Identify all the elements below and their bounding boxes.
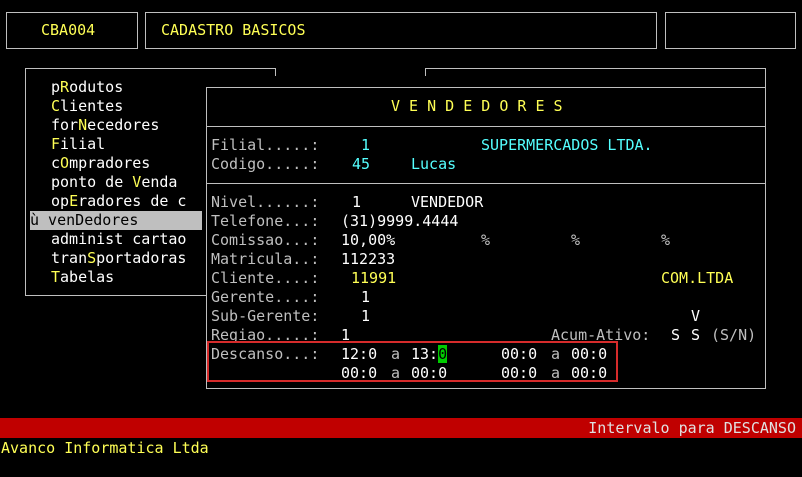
- menu-item-hotkey: D: [75, 211, 85, 229]
- cliente-name: COM.LTDA: [661, 269, 734, 287]
- menu-item[interactable]: administ cartao: [30, 230, 202, 249]
- menu-item[interactable]: forNecedores: [30, 116, 202, 135]
- descanso-3-end[interactable]: 00:0: [411, 364, 447, 383]
- subgerente-field[interactable]: 1: [361, 307, 370, 326]
- menu-frame-left: [25, 68, 26, 296]
- cliente-field[interactable]: 11991: [351, 269, 396, 288]
- right-frame-tick: [425, 68, 426, 76]
- acum-ativo-field-2[interactable]: S: [691, 326, 700, 345]
- menu-item[interactable]: ù venDedores: [30, 211, 202, 230]
- acum-ativo-hint: (S/N): [711, 326, 757, 344]
- comissao-label: Comissao...:: [211, 231, 320, 249]
- menu-item-text: mpradores: [69, 154, 151, 172]
- descanso-3-sep: a: [391, 364, 401, 382]
- nivel-value[interactable]: 1: [352, 193, 361, 212]
- menu-item-hotkey: V: [132, 173, 142, 191]
- menu-item[interactable]: ponto de Venda: [30, 173, 202, 192]
- menu-item-text: odutos: [69, 78, 124, 96]
- acum-ativo-field-1[interactable]: S: [671, 326, 680, 345]
- menu-frame-bottom: [25, 295, 207, 296]
- menu-item-text: radores de c: [78, 192, 187, 210]
- menu-item-text: portadoras: [96, 249, 187, 267]
- nivel-label: Nivel......:: [211, 193, 320, 211]
- menu-item-text: for: [51, 116, 79, 134]
- comissao-field[interactable]: 10,00%: [341, 231, 395, 250]
- descanso-2-sep: a: [551, 345, 561, 363]
- descanso-4-sep: a: [551, 364, 561, 382]
- telefone-field[interactable]: (31)9999.4444: [341, 212, 458, 231]
- filial-label: Filial.....:: [211, 136, 320, 154]
- descanso-2-start[interactable]: 00:0: [501, 345, 537, 364]
- descanso-3-start[interactable]: 00:0: [341, 364, 377, 383]
- window-title: V E N D E D O R E S: [391, 97, 563, 115]
- menu-item-text: abelas: [60, 268, 115, 286]
- menu-item-text: tran: [51, 249, 88, 267]
- matricula-field[interactable]: 112233: [341, 250, 395, 269]
- menu-item-hotkey: E: [69, 192, 79, 210]
- codigo-value[interactable]: 45: [352, 155, 370, 174]
- filial-name: SUPERMERCADOS LTDA.: [481, 136, 653, 154]
- subgerente-label: Sub-Gerente:: [211, 307, 320, 325]
- menu-item-hotkey: F: [51, 135, 61, 153]
- filial-value[interactable]: 1: [361, 136, 370, 155]
- matricula-label: Matricula..:: [211, 250, 320, 268]
- menu-item-text: ù ven: [30, 211, 76, 229]
- screen-title: CADASTRO BASICOS: [161, 21, 306, 39]
- menu-item[interactable]: Filial: [30, 135, 202, 154]
- right-frame-top: [425, 68, 765, 69]
- menu-item[interactable]: opEradores de c: [30, 192, 202, 211]
- menu-item[interactable]: tranSportadoras: [30, 249, 202, 268]
- menu-frame-top: [25, 68, 275, 69]
- gerente-field[interactable]: 1: [361, 288, 370, 307]
- status-message: Intervalo para DESCANSO: [588, 419, 796, 437]
- menu-item[interactable]: pRodutos: [30, 78, 202, 97]
- codigo-name: Lucas: [411, 155, 457, 173]
- descanso-2-end[interactable]: 00:0: [571, 345, 607, 364]
- descanso-4-end[interactable]: 00:0: [571, 364, 607, 383]
- menu-frame-tick: [275, 68, 276, 76]
- descanso-label: Descanso...:: [211, 345, 320, 363]
- descanso-1-sep: a: [391, 345, 401, 363]
- menu-item-text: administ cartao: [51, 230, 187, 248]
- menu-item[interactable]: Clientes: [30, 97, 202, 116]
- menu-item-text: ilial: [60, 135, 106, 153]
- menu-item[interactable]: Tabelas: [30, 268, 202, 287]
- telefone-label: Telefone...:: [211, 212, 320, 230]
- menu-item-text: ecedores: [87, 116, 160, 134]
- descanso-1-end-text: 13:: [411, 345, 439, 363]
- gerente-label: Gerente....:: [211, 288, 320, 306]
- menu-item[interactable]: cOmpradores: [30, 154, 202, 173]
- menu-item-text: lientes: [60, 97, 124, 115]
- menu-item-text: c: [51, 154, 61, 172]
- menu-item-text: edores: [84, 211, 139, 229]
- menu-item-text: op: [51, 192, 70, 210]
- program-code: CBA004: [41, 21, 96, 39]
- company-name: Avanco Informatica Ltda: [1, 439, 209, 457]
- right-frame-right: [765, 68, 766, 88]
- divider-title: [206, 126, 766, 127]
- cliente-label: Cliente....:: [211, 269, 320, 287]
- divider-header-fields: [206, 183, 766, 184]
- descanso-4-start[interactable]: 00:0: [501, 364, 537, 383]
- text-cursor: 0: [438, 345, 448, 363]
- menu-item-hotkey: C: [51, 97, 61, 115]
- codigo-label: Codigo.....:: [211, 155, 320, 173]
- subgerente-flag[interactable]: V: [691, 307, 700, 326]
- comissao-pct-4[interactable]: %: [661, 231, 670, 250]
- menu-item-hotkey: R: [60, 78, 70, 96]
- menu-item-hotkey: O: [60, 154, 70, 172]
- menu-item-hotkey: N: [78, 116, 88, 134]
- descanso-1-end[interactable]: 13:0: [411, 345, 448, 364]
- comissao-pct-2[interactable]: %: [481, 231, 490, 250]
- header-right-box: [665, 12, 796, 49]
- menu-item-text: ponto de: [51, 173, 133, 191]
- menu-item-hotkey: T: [51, 268, 61, 286]
- descanso-1-start[interactable]: 12:0: [341, 345, 377, 364]
- menu-item-text: enda: [141, 173, 178, 191]
- nivel-name: VENDEDOR: [411, 193, 484, 211]
- menu-item-hotkey: S: [87, 249, 97, 267]
- comissao-pct-3[interactable]: %: [571, 231, 580, 250]
- menu-item-text: p: [51, 78, 61, 96]
